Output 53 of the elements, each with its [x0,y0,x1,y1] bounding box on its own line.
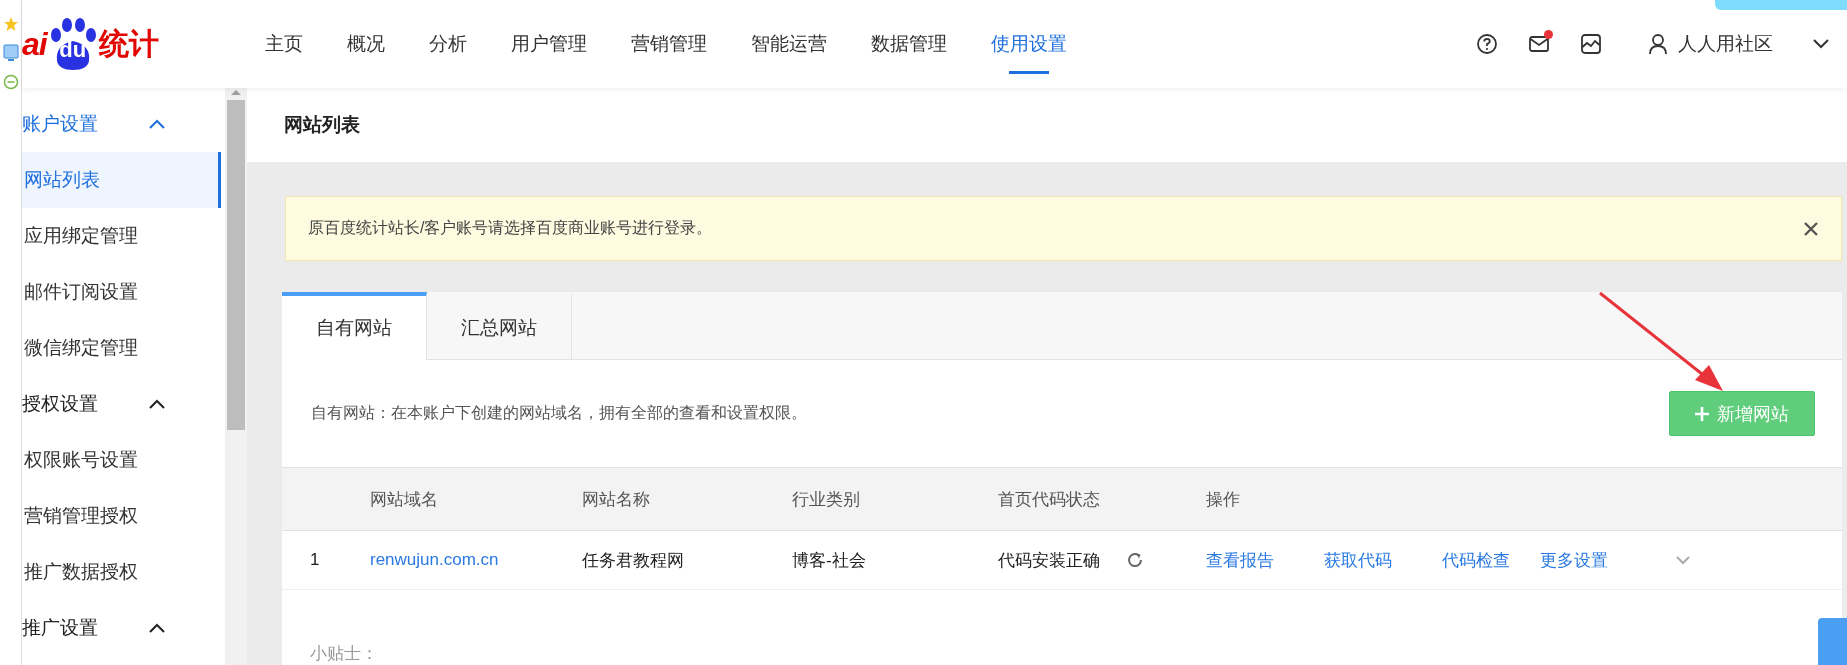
column-header: 网站域名 [370,488,439,511]
sidebar-item[interactable]: 推广数据授权 [22,544,225,600]
column-header: 网站名称 [582,488,651,511]
sidebar-item[interactable]: 网站列表 [22,152,221,208]
action-link[interactable]: 更多设置 [1540,548,1608,572]
column-header: 操作 [1206,488,1241,511]
refresh-icon[interactable] [1126,551,1144,569]
nav-tab[interactable]: 数据管理 [849,0,969,88]
row-index: 1 [309,550,321,570]
description-text: 自有网站：在本账户下创建的网站域名，拥有全部的查看和设置权限。 [311,403,807,423]
mail-icon[interactable] [1528,33,1550,55]
logo-text: ai [22,25,47,63]
nav-tab[interactable]: 分析 [407,0,489,88]
user-icon[interactable] [1648,33,1668,55]
nav-tab[interactable]: 使用设置 [969,0,1089,88]
sidebar-group[interactable]: 账户设置 [22,96,225,152]
help-icon[interactable] [1476,33,1498,55]
sidebar-group[interactable]: 推广设置 [22,600,225,656]
chevron-up-icon[interactable] [149,623,165,633]
domain-link[interactable]: renwujun.com.cn [370,550,582,570]
chevron-up-icon[interactable] [149,399,165,409]
action-link[interactable]: 获取代码 [1324,548,1392,572]
star-icon[interactable] [2,16,19,32]
nav-tab[interactable]: 概况 [325,0,407,88]
nav-tab[interactable]: 用户管理 [489,0,609,88]
sidebar-item[interactable]: 微信绑定管理 [22,320,225,376]
table-cell-text: 任务君教程网 [582,549,685,572]
nav-tab[interactable]: 智能运营 [729,0,849,88]
monitor-icon[interactable] [2,44,19,62]
nav-tab[interactable]: 营销管理 [609,0,729,88]
chevron-down-icon[interactable] [1813,39,1829,49]
notice-text: 原百度统计站长/客户账号请选择百度商业账号进行登录。 [308,218,713,238]
sidebar-item[interactable]: 营销管理授权 [22,488,225,544]
logo-text: 统计 [98,25,159,62]
site-tab[interactable]: 自有网站 [282,292,427,360]
sidebar-group[interactable]: 授权设置 [22,376,225,432]
scrollbar[interactable] [225,88,247,665]
page-title: 网站列表 [247,88,1847,162]
sidebar-item[interactable]: 应用绑定管理 [22,208,225,264]
user-name[interactable]: 人人用社区 [1678,31,1773,57]
close-icon[interactable] [1803,220,1819,237]
chart-icon[interactable] [1580,33,1602,55]
table-cell-text: 博客-社会 [792,549,867,572]
status-text: 代码安装正确 [998,549,1100,572]
action-link[interactable]: 代码检查 [1442,548,1510,572]
sidebar-item[interactable]: 权限账号设置 [22,432,225,488]
tips-title: 小贴士： [310,643,378,665]
action-link[interactable]: 查看报告 [1206,548,1274,572]
column-header: 首页代码状态 [998,488,1101,511]
sidebar-item[interactable]: 邮件订阅设置 [22,264,225,320]
column-header: 行业类别 [792,488,861,511]
plus-icon [1695,406,1709,421]
nav-tab[interactable]: 主页 [243,0,325,88]
